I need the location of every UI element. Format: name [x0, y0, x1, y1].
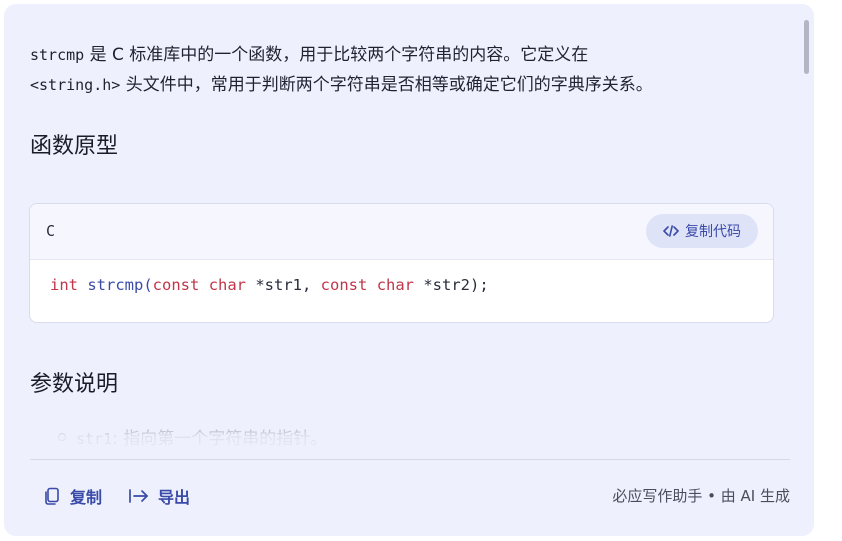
code-token-fn: strcmp	[78, 276, 144, 294]
param-name: str1	[76, 430, 113, 448]
code-block-header: C 复制代码	[30, 204, 773, 260]
copy-code-label: 复制代码	[685, 224, 741, 240]
copy-button-label: 复制	[70, 488, 103, 507]
code-token-const: const	[320, 276, 368, 294]
export-icon	[128, 487, 150, 505]
code-token-const: const	[152, 276, 200, 294]
copy-icon	[42, 486, 62, 506]
code-token-int: int	[50, 276, 78, 294]
code-token-arg: *str2);	[414, 276, 489, 294]
content-scroll-area[interactable]: strcmp 是 C 标准库中的一个函数，用于比较两个字符串的内容。它定义在 <…	[4, 4, 814, 460]
list-item: str1: 指向第一个字符串的指针。	[58, 424, 327, 449]
scrollbar-thumb[interactable]	[804, 20, 809, 74]
copy-code-button[interactable]: 复制代码	[646, 214, 758, 248]
code-token-arg: *str1,	[246, 276, 321, 294]
intro-text-1: 是 C 标准库中的一个函数，用于比较两个字符串的内容。它定义在	[84, 45, 589, 65]
intro-text-2: 头文件中，常用于判断两个字符串是否相等或确定它们的字典序关系。	[120, 75, 653, 95]
code-token-paren: (	[143, 276, 153, 294]
inline-code-strcmp: strcmp	[30, 46, 85, 64]
code-language-label: C	[46, 222, 56, 240]
code-token-char: char	[208, 276, 247, 294]
export-button-label: 导出	[158, 488, 191, 507]
code-token-char: char	[376, 276, 415, 294]
params-heading: 参数说明	[30, 372, 119, 397]
bullet-icon	[58, 432, 66, 441]
export-button[interactable]: 导出	[128, 484, 190, 508]
intro-paragraph: strcmp 是 C 标准库中的一个函数，用于比较两个字符串的内容。它定义在 <…	[30, 40, 770, 100]
ai-attribution-note: 必应写作助手 • 由 AI 生成	[612, 487, 790, 505]
prototype-heading: 函数原型	[30, 134, 119, 159]
code-line: int strcmp(const char *str1, const char …	[50, 276, 489, 294]
inline-code-header: <string.h>	[30, 76, 121, 94]
answer-panel: strcmp 是 C 标准库中的一个函数，用于比较两个字符串的内容。它定义在 <…	[4, 4, 814, 536]
footer-divider	[30, 459, 790, 460]
param-desc: : 指向第一个字符串的指针。	[112, 429, 328, 449]
code-block: C 复制代码 int strcmp(const char *str1, cons…	[29, 203, 774, 323]
copy-button[interactable]: 复制	[42, 484, 102, 508]
code-icon	[663, 224, 679, 238]
